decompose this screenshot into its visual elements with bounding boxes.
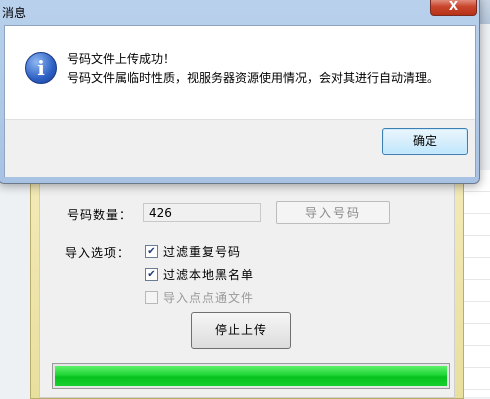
- background-list: [462, 170, 490, 397]
- import-dialog: 号码数量： 426 导入号码 导入选项： ✔ 过滤重复号码 ✔ 过滤本地黑名单 …: [30, 170, 464, 399]
- ok-button[interactable]: 确定: [382, 128, 468, 155]
- count-label: 号码数量：: [67, 208, 133, 222]
- close-button[interactable]: X: [430, 0, 477, 16]
- message-box: 消息 X i 号码文件上传成功！ 号码文件属临时性质，视服务器资源使用情况，会对…: [0, 0, 480, 184]
- checkbox-unchecked-icon: [145, 290, 158, 304]
- option-label: 导入点点通文件: [163, 290, 255, 305]
- checkbox-checked-icon[interactable]: ✔: [145, 244, 158, 258]
- option-label: 过滤本地黑名单: [163, 267, 255, 282]
- upload-progress-bar: [52, 363, 450, 389]
- count-field[interactable]: 426: [143, 203, 261, 222]
- message-line-2: 号码文件属临时性质，视服务器资源使用情况，会对其进行自动清理。: [67, 71, 440, 85]
- progress-fill: [55, 366, 447, 386]
- message-box-body: i 号码文件上传成功！ 号码文件属临时性质，视服务器资源使用情况，会对其进行自动…: [4, 25, 476, 177]
- option-label: 过滤重复号码: [163, 244, 242, 259]
- option-filter-blacklist[interactable]: ✔ 过滤本地黑名单: [145, 266, 254, 282]
- message-box-title: 消息: [2, 6, 27, 20]
- options-label: 导入选项：: [65, 246, 131, 260]
- option-import-diandiantong: 导入点点通文件: [145, 289, 254, 305]
- checkbox-checked-icon[interactable]: ✔: [145, 267, 158, 281]
- info-icon: i: [25, 52, 57, 84]
- message-line-1: 号码文件上传成功！: [67, 52, 176, 66]
- option-filter-duplicates[interactable]: ✔ 过滤重复号码: [145, 243, 241, 259]
- import-panel: 号码数量： 426 导入号码 导入选项： ✔ 过滤重复号码 ✔ 过滤本地黑名单 …: [39, 181, 455, 398]
- stop-upload-button[interactable]: 停止上传: [191, 312, 291, 349]
- import-numbers-button[interactable]: 导入号码: [276, 201, 390, 224]
